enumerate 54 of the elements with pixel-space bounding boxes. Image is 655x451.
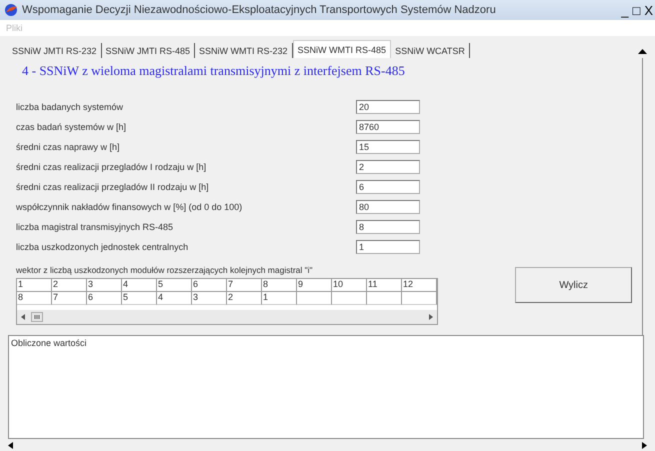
right-arrow-icon[interactable]: [642, 442, 647, 448]
input-field[interactable]: 8: [356, 220, 420, 234]
column-header: 11: [367, 279, 402, 292]
input-field[interactable]: 6: [356, 180, 420, 194]
field-label: średni czas realizacji przegladów II rodzaju w [h]: [16, 182, 210, 192]
column-header: 12: [402, 279, 437, 292]
left-arrow-icon[interactable]: [8, 442, 13, 448]
vector-label: wektor z liczbą uszkodzonych modułów rozszerzających kolejnych magistral "i": [16, 265, 314, 275]
table-cell[interactable]: 2: [227, 292, 262, 305]
table-cell[interactable]: 4: [157, 292, 192, 305]
field-label: liczba magistral transmisyjnych RS-485: [16, 222, 174, 232]
input-field[interactable]: 8760: [356, 120, 420, 134]
column-header: 7: [227, 279, 262, 292]
right-arrow-icon[interactable]: [429, 314, 433, 320]
tab[interactable]: SSNiW WMTI RS-485: [292, 40, 392, 58]
field-label: współczynnik nakładów finansowych w [%] (od 0 do 100): [16, 202, 244, 212]
section-heading: 4 - SSNiW z wieloma magistralami transmisyjnymi z interfejsem RS-485: [21, 62, 406, 80]
column-header: 4: [122, 279, 157, 292]
column-header: 8: [262, 279, 297, 292]
table-cell[interactable]: 6: [87, 292, 122, 305]
table-cell[interactable]: 5: [122, 292, 157, 305]
field-label: liczba uszkodzonych jednostek centralnych: [16, 242, 190, 252]
column-header: 10: [332, 279, 367, 292]
calculate-button[interactable]: Wylicz: [515, 267, 632, 303]
table-cell[interactable]: 7: [52, 292, 87, 305]
field-label: średni czas naprawy w [h]: [16, 142, 121, 152]
window-control-button[interactable]: _: [619, 2, 630, 18]
table-cell[interactable]: 1: [262, 292, 297, 305]
input-field[interactable]: 80: [356, 200, 420, 214]
window-control-button[interactable]: □: [630, 2, 642, 18]
table-cell[interactable]: 8: [17, 292, 52, 305]
column-header: 6: [192, 279, 227, 292]
window-control-button[interactable]: X: [642, 2, 655, 18]
input-field[interactable]: 20: [356, 100, 420, 114]
field-label: liczba badanych systemów: [16, 102, 124, 112]
input-field[interactable]: 2: [356, 160, 420, 174]
window-title: Wspomaganie Decyzji Niezawodnościowo-Eksploatacyjnych Transportowych Systemów Nadzoru: [22, 4, 497, 16]
table-cell[interactable]: 3: [192, 292, 227, 305]
scroll-thumb[interactable]: [31, 312, 43, 322]
horizontal-scrollbar[interactable]: [17, 310, 437, 324]
column-header: 5: [157, 279, 192, 292]
output-area[interactable]: Obliczone wartości: [8, 335, 644, 439]
column-header: 1: [17, 279, 52, 292]
left-arrow-icon[interactable]: [21, 314, 25, 320]
column-header: 9: [297, 279, 332, 292]
column-header: 2: [52, 279, 87, 292]
input-field[interactable]: 15: [356, 140, 420, 154]
field-label: średni czas realizacji przegladów I rodzaju w [h]: [16, 162, 208, 172]
app-logo-icon: [4, 3, 18, 17]
column-header: 3: [87, 279, 122, 292]
field-label: czas badań systemów w [h]: [16, 122, 128, 132]
scroll-up-arrow-icon[interactable]: [638, 48, 647, 54]
input-field[interactable]: 1: [356, 240, 420, 254]
vector-grid[interactable]: 1 2 3 4 5 6 7 8 9 10 11 12 8 7 6 5 4 3 2 1: [16, 278, 438, 325]
